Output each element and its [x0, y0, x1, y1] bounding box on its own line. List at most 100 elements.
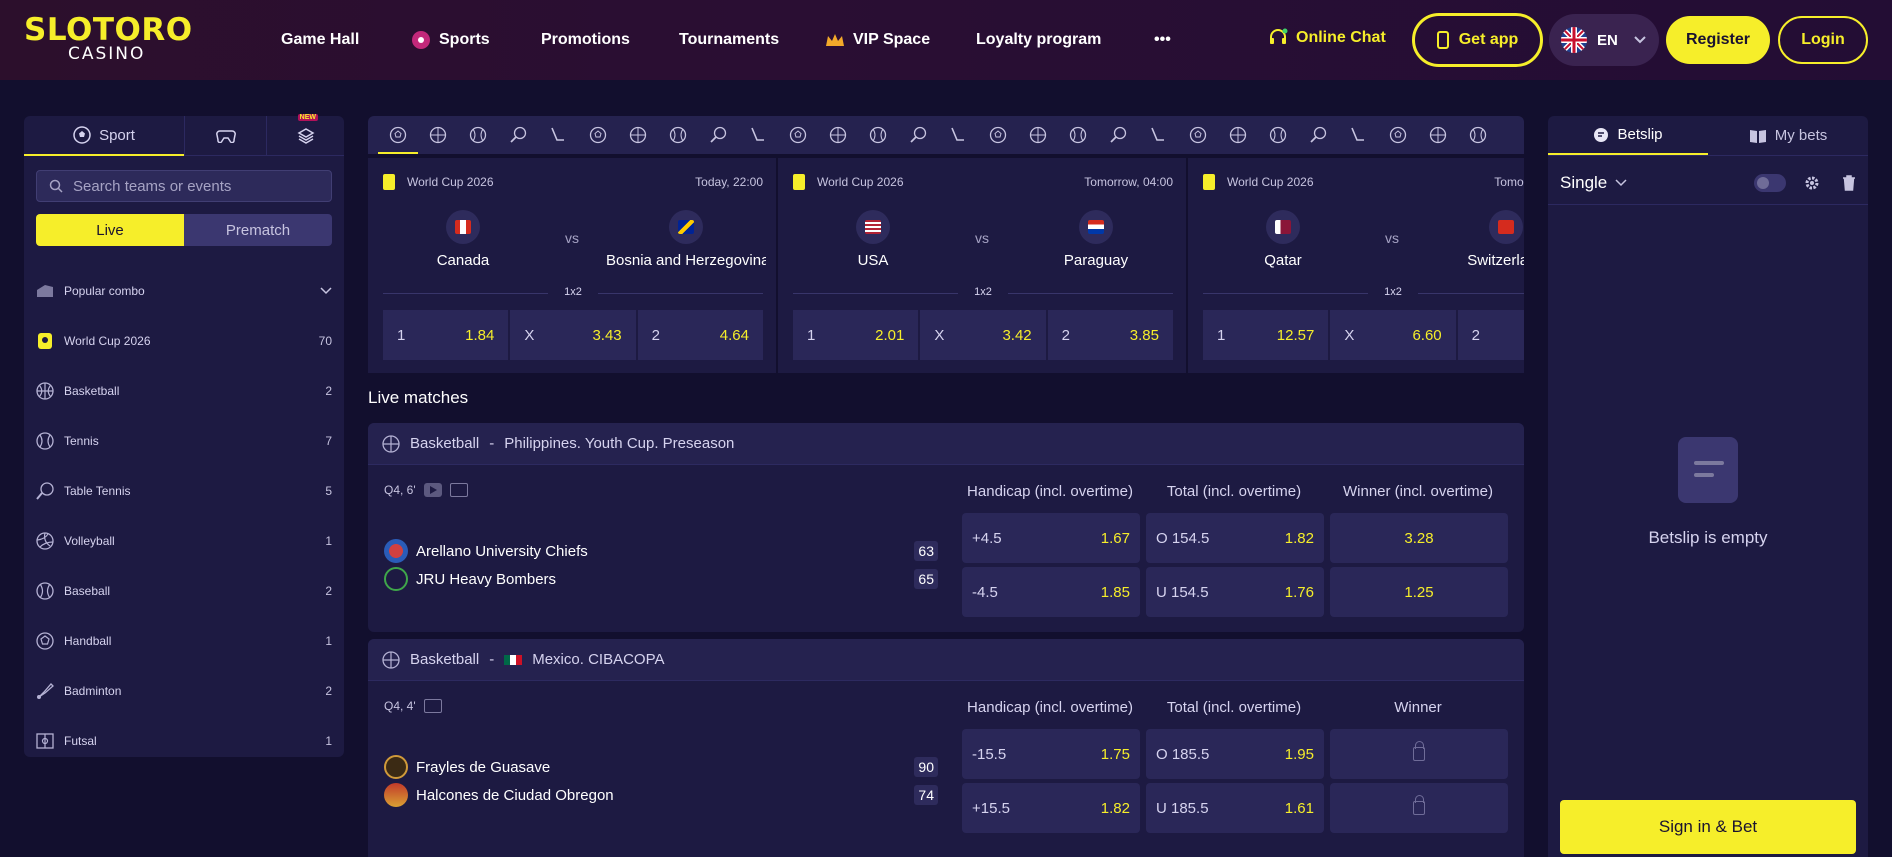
cycling-icon[interactable] — [1058, 116, 1098, 154]
sidebar-item-baseball[interactable]: Baseball 2 — [24, 566, 344, 616]
total-odd-button[interactable]: O 185.5 1.95 — [1146, 729, 1324, 779]
boxing-icon[interactable] — [778, 116, 818, 154]
tab-my-bets[interactable]: My bets — [1708, 116, 1868, 155]
esports-icon[interactable] — [938, 116, 978, 154]
handicap-odd-button[interactable]: -4.5 1.85 — [962, 567, 1140, 617]
nav-promotions[interactable]: Promotions — [541, 28, 630, 52]
odd-button[interactable]: 1 1.84 — [383, 310, 509, 360]
team-row[interactable]: Arellano University Chiefs 63 — [384, 539, 938, 563]
futsal-icon[interactable] — [978, 116, 1018, 154]
odd-button[interactable]: 2 4.64 — [637, 310, 763, 360]
golf-icon[interactable] — [1378, 116, 1418, 154]
hockey-icon[interactable] — [1098, 116, 1138, 154]
total-odd-button[interactable]: U 185.5 1.61 — [1146, 783, 1324, 833]
prematch-button[interactable]: Prematch — [184, 214, 332, 246]
soccer-icon[interactable] — [378, 116, 418, 154]
team-row[interactable]: JRU Heavy Bombers 65 — [384, 567, 938, 591]
aussie-rules-icon[interactable] — [1298, 116, 1338, 154]
formula-icon[interactable] — [1338, 116, 1378, 154]
field-tracker-icon[interactable] — [449, 483, 468, 497]
chevron-down-icon — [1615, 179, 1627, 187]
tab-sport[interactable]: Sport — [24, 116, 184, 156]
top-header: SLOTORO CASINO Game Hall Sports Promotio… — [0, 0, 1892, 80]
sidebar-item-handball[interactable]: Handball 1 — [24, 616, 344, 666]
rugby-icon[interactable] — [858, 116, 898, 154]
darts-icon[interactable] — [698, 116, 738, 154]
sidebar-item-basketball[interactable]: Basketball 2 — [24, 366, 344, 416]
search-field[interactable] — [36, 170, 332, 202]
nav-vip-space[interactable]: VIP Space — [825, 28, 930, 52]
australian-football-icon[interactable] — [1258, 116, 1298, 154]
nav-tournaments[interactable]: Tournaments — [679, 28, 779, 52]
sidebar-item-futsal[interactable]: Futsal 1 — [24, 716, 344, 766]
nav-game-hall[interactable]: Game Hall — [281, 28, 359, 52]
featured-match-card[interactable]: World Cup 2026 Tomorrow, 04:00 USA vs Par… — [778, 158, 1186, 373]
more-menu-button[interactable]: ••• — [1154, 28, 1171, 52]
winner-odd-button[interactable]: 3.28 — [1330, 513, 1508, 563]
search-input[interactable] — [73, 177, 313, 195]
odd-button[interactable]: 1 2.01 — [793, 310, 919, 360]
american-football-icon[interactable] — [818, 116, 858, 154]
total-odd-button[interactable]: O 154.5 1.82 — [1146, 513, 1324, 563]
odd-button[interactable]: 2 3.85 — [1047, 310, 1173, 360]
sidebar-item-volleyball[interactable]: Volleyball 1 — [24, 516, 344, 566]
total-odd-button[interactable]: U 154.5 1.76 — [1146, 567, 1324, 617]
team-row[interactable]: Halcones de Ciudad Obregon 74 — [384, 783, 938, 807]
ice-hockey-icon[interactable] — [538, 116, 578, 154]
basketball-icon[interactable] — [418, 116, 458, 154]
odd-button[interactable]: X 6.60 — [1330, 310, 1456, 360]
cricket-icon[interactable] — [898, 116, 938, 154]
sidebar-item-table-tennis[interactable]: Table Tennis 5 — [24, 466, 344, 516]
sidebar-item-popular-combo[interactable]: Popular combo — [24, 266, 344, 316]
featured-match-card[interactable]: World Cup 2026 Today, 22:00 Canada vs Bos… — [368, 158, 776, 373]
online-chat-button[interactable]: Online Chat — [1268, 28, 1386, 48]
gear-icon[interactable] — [1804, 175, 1820, 191]
volleyball-icon[interactable] — [578, 116, 618, 154]
sidebar-item-tennis[interactable]: Tennis 7 — [24, 416, 344, 466]
handball-icon[interactable] — [658, 116, 698, 154]
sidebar-item-badminton[interactable]: Badminton 2 — [24, 666, 344, 716]
register-button[interactable]: Register — [1666, 16, 1770, 64]
odd-button[interactable]: 2 — [1457, 310, 1524, 360]
field-tracker-icon[interactable] — [423, 699, 442, 713]
sign-in-and-bet-button[interactable]: Sign in & Bet — [1560, 800, 1856, 854]
nav-sports[interactable]: Sports — [411, 28, 490, 52]
featured-match-card[interactable]: World Cup 2026Tomorrow, 04:00 Qatar vs S… — [1188, 158, 1524, 373]
sidebar-item-world-cup[interactable]: World Cup 2026 70 — [24, 316, 344, 366]
slotoro-logo[interactable]: SLOTORO CASINO — [24, 12, 192, 64]
tab-betslip[interactable]: Betslip — [1548, 116, 1708, 155]
badminton-icon[interactable] — [738, 116, 778, 154]
get-app-button[interactable]: Get app — [1412, 13, 1543, 67]
trophy-icon[interactable] — [1458, 116, 1498, 154]
tennis-icon[interactable] — [458, 116, 498, 154]
tennis-icon — [36, 432, 54, 450]
trash-icon[interactable] — [1842, 175, 1856, 191]
mma-icon[interactable] — [1018, 116, 1058, 154]
language-selector[interactable]: EN — [1549, 14, 1659, 66]
handicap-odd-button[interactable]: +4.5 1.67 — [962, 513, 1140, 563]
table-tennis-icon[interactable] — [498, 116, 538, 154]
team-row[interactable]: Frayles de Guasave 90 — [384, 755, 938, 779]
snooker-icon[interactable] — [1178, 116, 1218, 154]
winner-odd-button[interactable]: 1.25 — [1330, 567, 1508, 617]
nav-loyalty-program[interactable]: Loyalty program — [976, 28, 1101, 52]
league-header[interactable]: Basketball - Philippines. Youth Cup. Pre… — [368, 423, 1524, 465]
odd-button[interactable]: 1 12.57 — [1203, 310, 1329, 360]
handicap-odd-button[interactable]: +15.5 1.82 — [962, 783, 1140, 833]
bet-mode-select[interactable]: Single — [1560, 173, 1754, 193]
live-stream-icon[interactable] — [423, 483, 442, 497]
quick-bet-toggle[interactable] — [1754, 174, 1786, 192]
handicap-odd-button[interactable]: -15.5 1.75 — [962, 729, 1140, 779]
baseball-icon[interactable] — [618, 116, 658, 154]
odd-button[interactable]: X 3.42 — [920, 310, 1046, 360]
league-header[interactable]: Basketball - Mexico. CIBACOPA — [368, 639, 1524, 681]
water-polo-icon[interactable] — [1138, 116, 1178, 154]
tab-esports[interactable] — [184, 116, 266, 156]
login-button[interactable]: Login — [1778, 16, 1868, 64]
tab-new-layers[interactable]: NEW — [266, 114, 344, 156]
away-team: Paraguay — [1016, 210, 1176, 269]
field-hockey-icon[interactable] — [1218, 116, 1258, 154]
live-button[interactable]: Live — [36, 214, 184, 246]
odd-button[interactable]: X 3.43 — [510, 310, 636, 360]
chess-icon[interactable] — [1418, 116, 1458, 154]
